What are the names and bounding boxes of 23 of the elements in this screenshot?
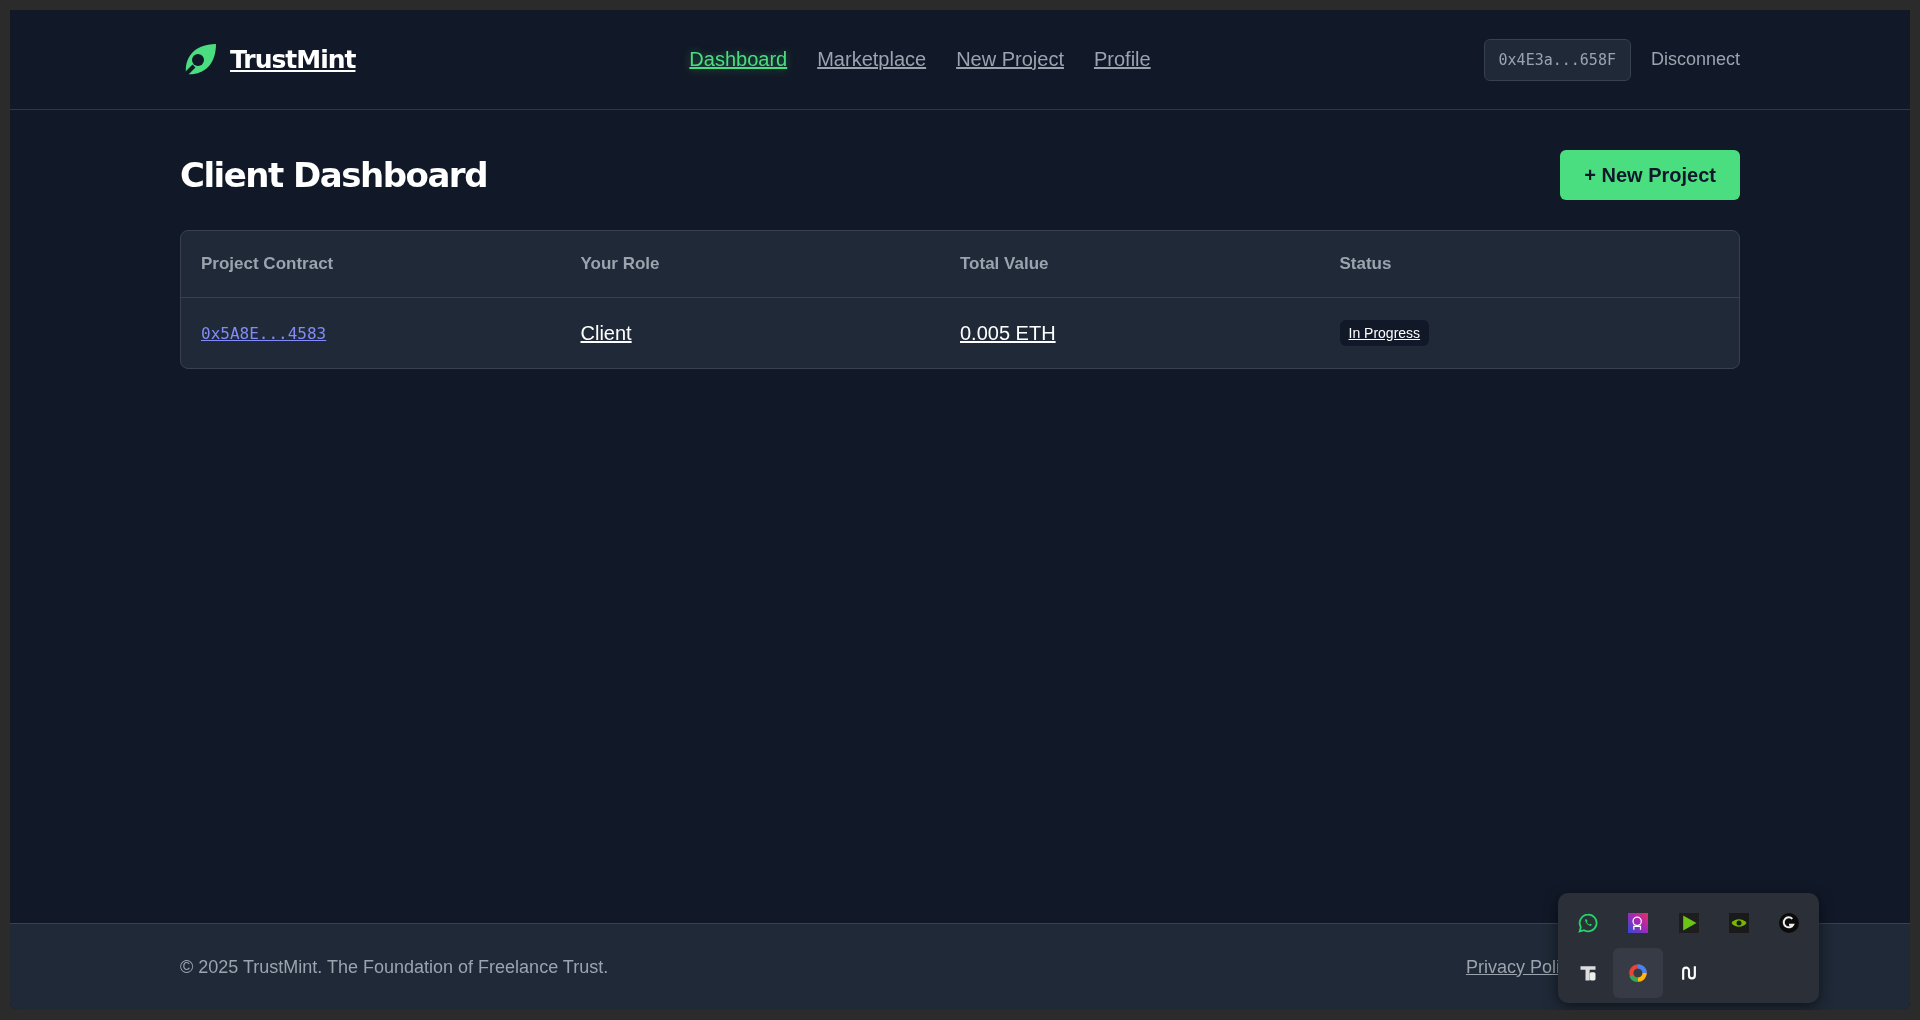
column-header: Your Role — [580, 254, 661, 274]
circle-app-icon — [1779, 913, 1799, 933]
nav-link[interactable]: Dashboard — [689, 48, 788, 71]
copyright-text: © 2025 TrustMint. The Foundation of Freelance Trust. — [180, 956, 609, 978]
contract-link[interactable]: 0x5A8E...4583 — [201, 323, 327, 343]
play-app-icon — [1678, 913, 1699, 933]
page-title: Client Dashboard — [180, 155, 487, 195]
new-project-button[interactable]: + New Project — [1560, 150, 1740, 200]
column-header: Status — [1339, 254, 1393, 274]
role-link[interactable]: Client — [580, 321, 632, 344]
color-ring-icon — [1628, 963, 1649, 983]
nav-link[interactable]: Marketplace — [817, 48, 927, 71]
column-header: Project Contract — [201, 254, 335, 274]
brand-logo-link[interactable]: TrustMint — [180, 39, 356, 80]
status-badge: In Progress — [1339, 320, 1430, 346]
chat-bubble-icon — [1578, 913, 1598, 933]
wallet-address: 0x4E3a...658F — [1483, 38, 1631, 81]
value-link[interactable]: 0.005 ETH — [960, 321, 1056, 344]
eye-app-icon — [1728, 913, 1749, 933]
nav-link[interactable]: Profile — [1093, 48, 1151, 71]
disconnect-button[interactable]: Disconnect — [1650, 49, 1740, 70]
column-header: Total Value — [960, 254, 1050, 274]
nav-link[interactable]: New Project — [956, 48, 1064, 71]
